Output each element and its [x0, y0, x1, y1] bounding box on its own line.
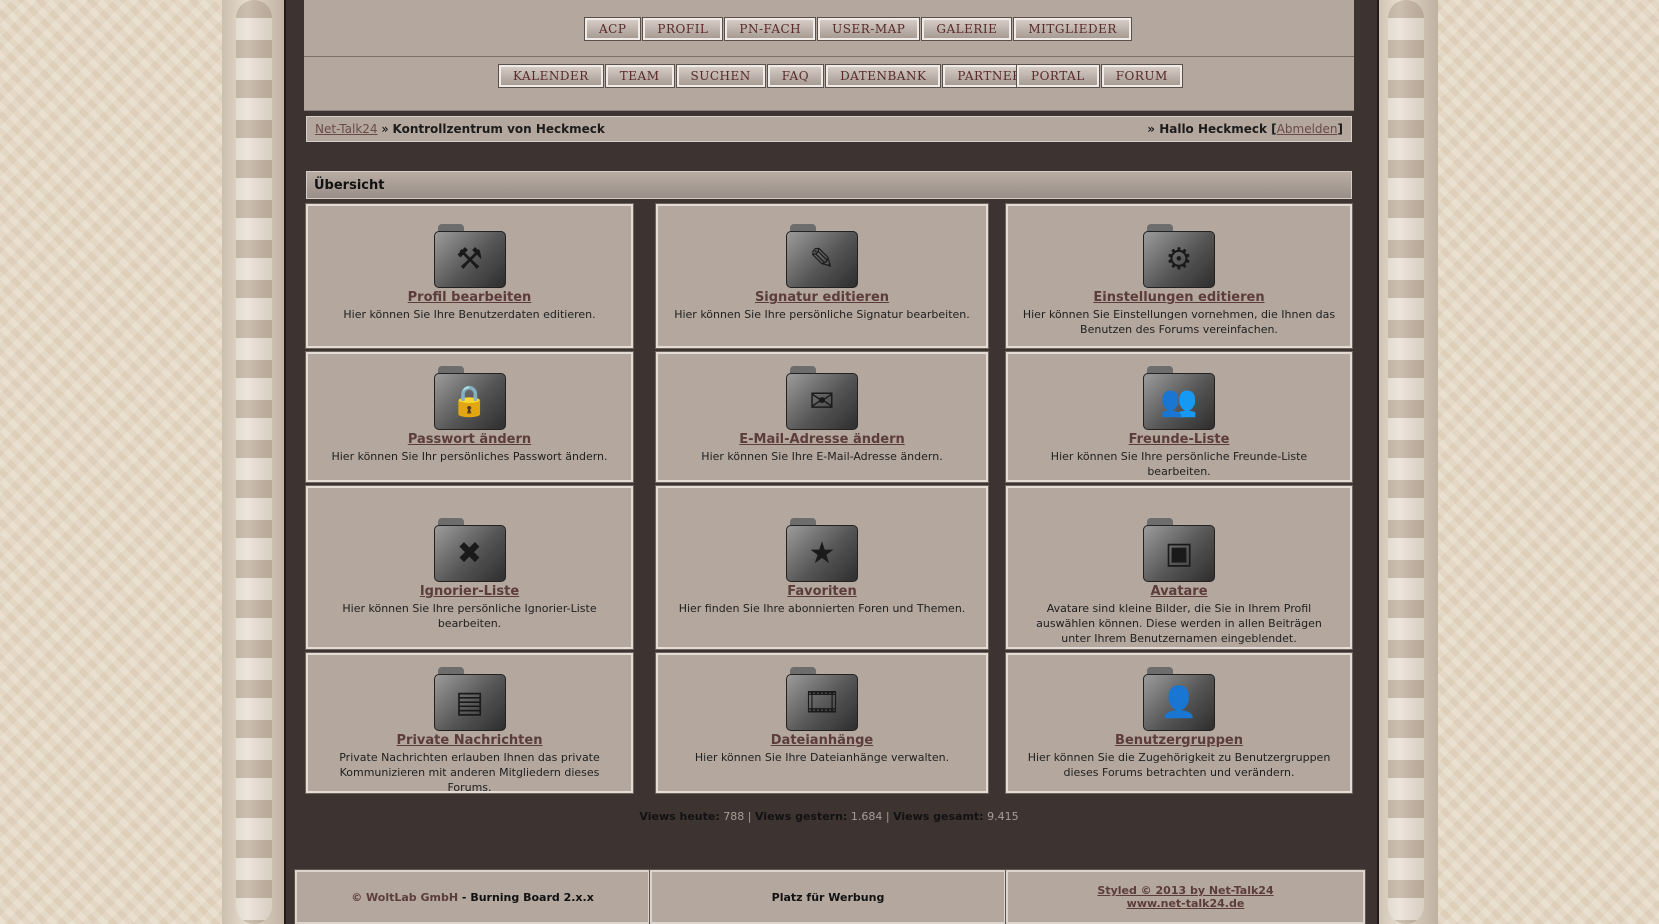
item-description: Hier können Sie die Zugehörigkeit zu Ben…: [1027, 751, 1331, 779]
picture-folder-icon[interactable]: ▣: [1143, 518, 1215, 582]
nav-forum-button[interactable]: FORUM: [1100, 64, 1183, 88]
item-title-link[interactable]: Profil bearbeiten: [308, 290, 631, 305]
styled-by-link[interactable]: Styled © 2013 by Net-Talk24: [1097, 884, 1273, 897]
control-center-item[interactable]: 🔒 Passwort ändern Hier können Sie Ihr pers…: [305, 351, 634, 483]
views-total-label: Views gesamt:: [893, 810, 984, 823]
film-folder-icon[interactable]: 🎞: [786, 667, 858, 731]
nav-kalender-button[interactable]: KALENDER: [498, 64, 604, 88]
footer-copyright: © WoltLab GmbH - Burning Board 2.x.x: [294, 869, 651, 924]
star-folder-icon[interactable]: ★: [786, 518, 858, 582]
nav-team-button[interactable]: TEAM: [604, 64, 675, 88]
view-stats: Views heute: 788 | Views gestern: 1.684 …: [306, 810, 1352, 823]
control-center-item[interactable]: ★ Favoriten Hier finden Sie Ihre abonniert…: [655, 485, 989, 650]
item-description: Hier finden Sie Ihre abonnierten Foren u…: [678, 602, 966, 615]
nav-datenbank-button[interactable]: DATENBANK: [825, 64, 942, 88]
nav-suchen-button[interactable]: SUCHEN: [675, 64, 766, 88]
item-title-link[interactable]: Einstellungen editieren: [1008, 290, 1350, 305]
item-description: Hier können Sie Ihre persönliche Freunde…: [1050, 450, 1308, 478]
left-ornament: [222, 0, 286, 924]
logout-link[interactable]: Abmelden: [1277, 122, 1338, 136]
site-link[interactable]: www.net-talk24.de: [1127, 897, 1245, 910]
gear-folder-icon[interactable]: ⚙: [1143, 224, 1215, 288]
nav-row-3: PORTAL FORUM: [1016, 64, 1183, 88]
copyright-text: © WoltLab GmbH: [351, 890, 459, 904]
item-title-link[interactable]: Favoriten: [658, 584, 986, 599]
breadcrumb-separator: »: [377, 122, 393, 136]
greeting-text: Hallo Heckmeck: [1159, 122, 1267, 136]
ad-placeholder: Platz für Werbung: [771, 890, 885, 904]
nav-faq-button[interactable]: FAQ: [766, 64, 825, 88]
control-center-item[interactable]: ▤ Private Nachrichten Private Nachrichten …: [305, 652, 634, 794]
nav-acp-button[interactable]: ACP: [583, 17, 642, 41]
control-center-item[interactable]: 🎞 Dateianhänge Hier können Sie Ihre Dateia…: [655, 652, 989, 794]
greeting-prefix: »: [1147, 122, 1160, 136]
views-yesterday-value: 1.684: [850, 810, 883, 823]
envelope-folder-icon[interactable]: ✉: [786, 366, 858, 430]
group-folder-icon[interactable]: 👥: [1143, 366, 1215, 430]
logout-close: ]: [1337, 122, 1343, 136]
control-center-item[interactable]: 👥 Freunde-Liste Hier können Sie Ihre persö…: [1005, 351, 1353, 483]
item-description: Hier können Sie Einstellungen vornehmen,…: [1022, 308, 1336, 336]
user-folder-icon[interactable]: 👤: [1143, 667, 1215, 731]
item-title-link[interactable]: Avatare: [1008, 584, 1350, 599]
item-title-link[interactable]: Freunde-Liste: [1008, 432, 1350, 447]
breadcrumb-current: Kontrollzentrum von Heckmeck: [392, 122, 605, 136]
item-title-link[interactable]: Passwort ändern: [308, 432, 631, 447]
footer-credits: Styled © 2013 by Net-Talk24 www.net-talk…: [1005, 869, 1366, 924]
item-description: Hier können Sie Ihre persönliche Signatu…: [674, 308, 970, 321]
item-description: Hier können Sie Ihr persönliches Passwor…: [331, 450, 608, 463]
item-description: Private Nachrichten erlauben Ihnen das p…: [339, 751, 600, 794]
item-title-link[interactable]: Dateianhänge: [658, 733, 986, 748]
item-title-link[interactable]: Private Nachrichten: [308, 733, 631, 748]
item-title-link[interactable]: Benutzergruppen: [1008, 733, 1350, 748]
views-total-value: 9.415: [987, 810, 1019, 823]
nav-row-1: ACP PROFIL PN-FACH USER-MAP GALERIE MITG…: [583, 17, 1132, 41]
user-greeting: » Hallo Heckmeck [Abmelden]: [1147, 122, 1343, 136]
item-title-link[interactable]: Signatur editieren: [658, 290, 986, 305]
item-description: Hier können Sie Ihre Benutzerdaten editi…: [343, 308, 596, 321]
stats-separator: |: [747, 810, 752, 823]
item-title-link[interactable]: Ignorier-Liste: [308, 584, 631, 599]
nav-portal-button[interactable]: PORTAL: [1016, 64, 1100, 88]
item-description: Hier können Sie Ihre Dateianhänge verwal…: [694, 751, 950, 764]
document-folder-icon[interactable]: ▤: [433, 667, 506, 731]
item-description: Hier können Sie Ihre persönliche Ignorie…: [342, 602, 597, 630]
breadcrumb: Net-Talk24 » Kontrollzentrum von Heckmec…: [306, 116, 1352, 142]
footer-ad: Platz für Werbung: [649, 869, 1007, 924]
pencil-folder-icon[interactable]: ✎: [786, 224, 858, 288]
right-ornament: [1374, 0, 1438, 924]
stats-separator: |: [885, 810, 890, 823]
lock-folder-icon[interactable]: 🔒: [433, 366, 506, 430]
views-yesterday-label: Views gestern:: [754, 810, 848, 823]
item-description: Avatare sind kleine Bilder, die Sie in I…: [1036, 602, 1322, 645]
control-center-item[interactable]: ✖ Ignorier-Liste Hier können Sie Ihre pers…: [305, 485, 634, 650]
control-center-item[interactable]: ✉ E-Mail-Adresse ändern Hier können Sie Ih…: [655, 351, 989, 483]
control-center-item[interactable]: ⚙ Einstellungen editieren Hier können Sie …: [1005, 203, 1353, 349]
breadcrumb-home-link[interactable]: Net-Talk24: [315, 122, 378, 136]
item-description: Hier können Sie Ihre E-Mail-Adresse ände…: [701, 450, 943, 463]
nav-pn-fach-button[interactable]: PN-FACH: [724, 17, 817, 41]
product-text: Burning Board 2.x.x: [470, 890, 594, 904]
control-center-item[interactable]: ✎ Signatur editieren Hier können Sie Ihre …: [655, 203, 989, 349]
nav-mitglieder-button[interactable]: MITGLIEDER: [1013, 17, 1132, 41]
logout-open: [: [1267, 122, 1277, 136]
nav-divider: [304, 56, 1354, 57]
nav-galerie-button[interactable]: GALERIE: [921, 17, 1013, 41]
hammer-folder-icon[interactable]: ⚒: [433, 224, 506, 288]
item-title-link[interactable]: E-Mail-Adresse ändern: [658, 432, 986, 447]
views-today-label: Views heute:: [639, 810, 720, 823]
copyright-dash: -: [458, 890, 471, 904]
nav-user-map-button[interactable]: USER-MAP: [817, 17, 921, 41]
control-center-item[interactable]: ▣ Avatare Avatare sind kleine Bilder, die …: [1005, 485, 1353, 650]
x-folder-icon[interactable]: ✖: [433, 518, 506, 582]
nav-row-2: KALENDER TEAM SUCHEN FAQ DATENBANK PARTN…: [498, 64, 1037, 88]
nav-profil-button[interactable]: PROFIL: [642, 17, 724, 41]
section-title: Übersicht: [306, 171, 1352, 199]
control-center-item[interactable]: 👤 Benutzergruppen Hier können Sie die Zuge…: [1005, 652, 1353, 794]
views-today-value: 788: [723, 810, 745, 823]
control-center-item[interactable]: ⚒ Profil bearbeiten Hier können Sie Ihre B…: [305, 203, 634, 349]
